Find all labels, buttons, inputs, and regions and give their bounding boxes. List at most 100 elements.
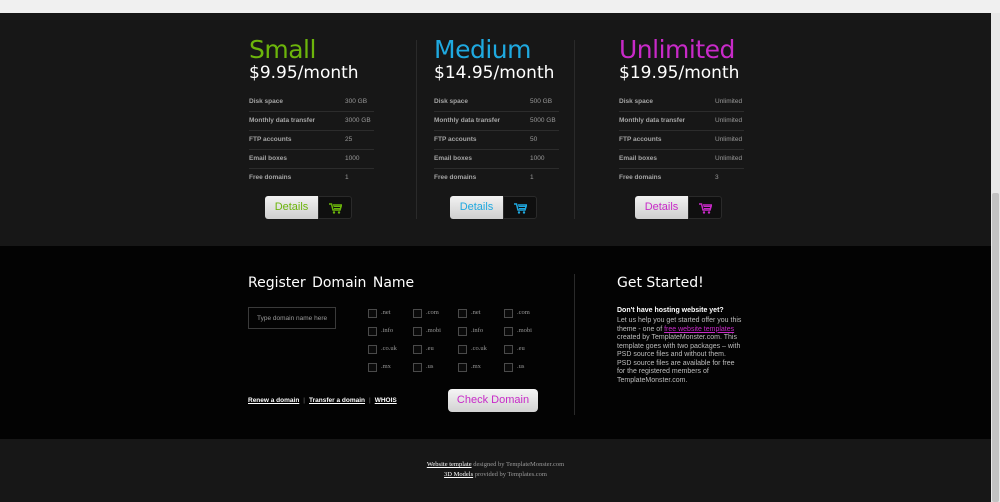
spec-row: Disk space 500 GB	[434, 93, 559, 112]
tld-label: .mx	[381, 363, 391, 370]
spec-label: FTP accounts	[434, 136, 477, 143]
spec-value: 3000 GB	[345, 117, 371, 124]
spec-value: 25	[345, 136, 353, 143]
spec-label: Email boxes	[434, 155, 472, 162]
plan-specs: Disk space 500 GB Monthly data transfer 50…	[434, 93, 559, 187]
tld-label: .us	[426, 363, 434, 370]
details-button[interactable]: Details	[265, 196, 318, 219]
tld-label: .co.uk	[471, 345, 487, 352]
plan-divider	[574, 40, 575, 219]
checkbox-box[interactable]	[458, 309, 467, 318]
scrollbar-thumb[interactable]	[992, 193, 999, 502]
footer-text: designed by TemplateMonster.com	[471, 461, 565, 468]
checkbox-box[interactable]	[368, 327, 377, 336]
add-to-cart-button[interactable]	[688, 196, 722, 219]
tld-label: .net	[381, 309, 391, 316]
get-started-text: Let us help you get started offer you th…	[617, 317, 742, 385]
spec-row: Email boxes 1000	[249, 150, 374, 169]
tld-label: .us	[517, 363, 525, 370]
link-separator: |	[303, 397, 305, 404]
spec-row: Monthly data transfer 5000 GB	[434, 112, 559, 131]
plan-price: $19.95/month	[619, 63, 740, 83]
checkbox-box[interactable]	[368, 309, 377, 318]
footer-text: provided by Templates.com	[473, 471, 547, 478]
spec-label: Disk space	[619, 98, 653, 105]
plan-specs: Disk space Unlimited Monthly data transfe…	[619, 93, 744, 187]
checkbox-box[interactable]	[413, 363, 422, 372]
tld-label: .com	[517, 309, 530, 316]
whois-link[interactable]: WHOIS	[375, 397, 397, 404]
domain-name-input[interactable]	[248, 307, 336, 329]
spec-row: Email boxes Unlimited	[619, 150, 744, 169]
checkbox-box[interactable]	[413, 309, 422, 318]
checkbox-box[interactable]	[504, 327, 513, 336]
browser-top-bar	[0, 0, 1000, 14]
tld-label: .info	[381, 327, 394, 334]
transfer-domain-link[interactable]: Transfer a domain	[309, 397, 365, 404]
checkbox-box[interactable]	[413, 345, 422, 354]
plan-buttons: Details	[265, 196, 353, 219]
spec-label: Disk space	[434, 98, 468, 105]
spec-label: Monthly data transfer	[619, 117, 686, 124]
spec-row: FTP accounts Unlimited	[619, 131, 744, 150]
spec-value: 1	[345, 174, 349, 181]
plan-name: Medium	[434, 35, 531, 64]
plan-price: $9.95/month	[249, 63, 359, 83]
checkbox-box[interactable]	[368, 345, 377, 354]
spec-value: 3	[715, 174, 719, 181]
plan-buttons: Details	[635, 196, 723, 219]
renew-domain-link[interactable]: Renew a domain	[248, 397, 299, 404]
spec-label: Free domains	[619, 174, 662, 181]
tld-label: .com	[426, 309, 439, 316]
checkbox-box[interactable]	[458, 345, 467, 354]
register-domain-title: Register Domain Name	[248, 275, 415, 291]
spec-value: 500 GB	[530, 98, 553, 105]
checkbox-box[interactable]	[504, 309, 513, 318]
plan-name: Unlimited	[619, 35, 735, 64]
checkbox-box[interactable]	[368, 363, 377, 372]
spec-label: Disk space	[249, 98, 283, 105]
tld-label: .mobi	[426, 327, 441, 334]
spec-row: Disk space 300 GB	[249, 93, 374, 112]
spec-value: 1000	[530, 155, 545, 162]
website-template-link[interactable]: Website template	[427, 461, 472, 468]
spec-row: Email boxes 1000	[434, 150, 559, 169]
check-domain-button[interactable]: Check Domain	[448, 389, 538, 412]
checkbox-box[interactable]	[458, 363, 467, 372]
details-button[interactable]: Details	[635, 196, 688, 219]
cart-icon	[699, 203, 712, 214]
spec-value: 5000 GB	[530, 117, 556, 124]
tld-label: .info	[471, 327, 484, 334]
spec-row: FTP accounts 25	[249, 131, 374, 150]
spec-label: Email boxes	[249, 155, 287, 162]
domain-section: Register Domain Name .net .com .net .com…	[0, 246, 991, 439]
spec-row: Monthly data transfer Unlimited	[619, 112, 744, 131]
spec-label: FTP accounts	[619, 136, 662, 143]
text-after: created by TemplateMonster.com. This tem…	[617, 334, 741, 384]
plan-specs: Disk space 300 GB Monthly data transfer 30…	[249, 93, 374, 187]
spec-value: 300 GB	[345, 98, 368, 105]
free-templates-link[interactable]: free website templates	[664, 326, 734, 333]
checkbox-box[interactable]	[413, 327, 422, 336]
page-scrollbar[interactable]	[991, 13, 1000, 502]
domain-links: Renew a domain | Transfer a domain | WHOIS	[248, 397, 397, 404]
3d-models-link[interactable]: 3D Models	[444, 471, 473, 478]
get-started-heading: Don't have hosting website yet?	[617, 307, 724, 314]
footer-line-1: Website template designed by TemplateMon…	[0, 461, 991, 468]
spec-label: Free domains	[434, 174, 477, 181]
spec-row: FTP accounts 50	[434, 131, 559, 150]
checkbox-box[interactable]	[504, 345, 513, 354]
plan-buttons: Details	[450, 196, 538, 219]
spec-value: 1	[530, 174, 534, 181]
link-separator: |	[369, 397, 371, 404]
tld-label: .eu	[426, 345, 434, 352]
checkbox-box[interactable]	[458, 327, 467, 336]
pricing-plans-section: Small $9.95/month Disk space 300 GB Month…	[0, 13, 991, 246]
cart-icon	[329, 203, 342, 214]
spec-row: Free domains 1	[249, 169, 374, 187]
cart-icon	[514, 203, 527, 214]
add-to-cart-button[interactable]	[503, 196, 537, 219]
details-button[interactable]: Details	[450, 196, 503, 219]
add-to-cart-button[interactable]	[318, 196, 352, 219]
checkbox-box[interactable]	[504, 363, 513, 372]
